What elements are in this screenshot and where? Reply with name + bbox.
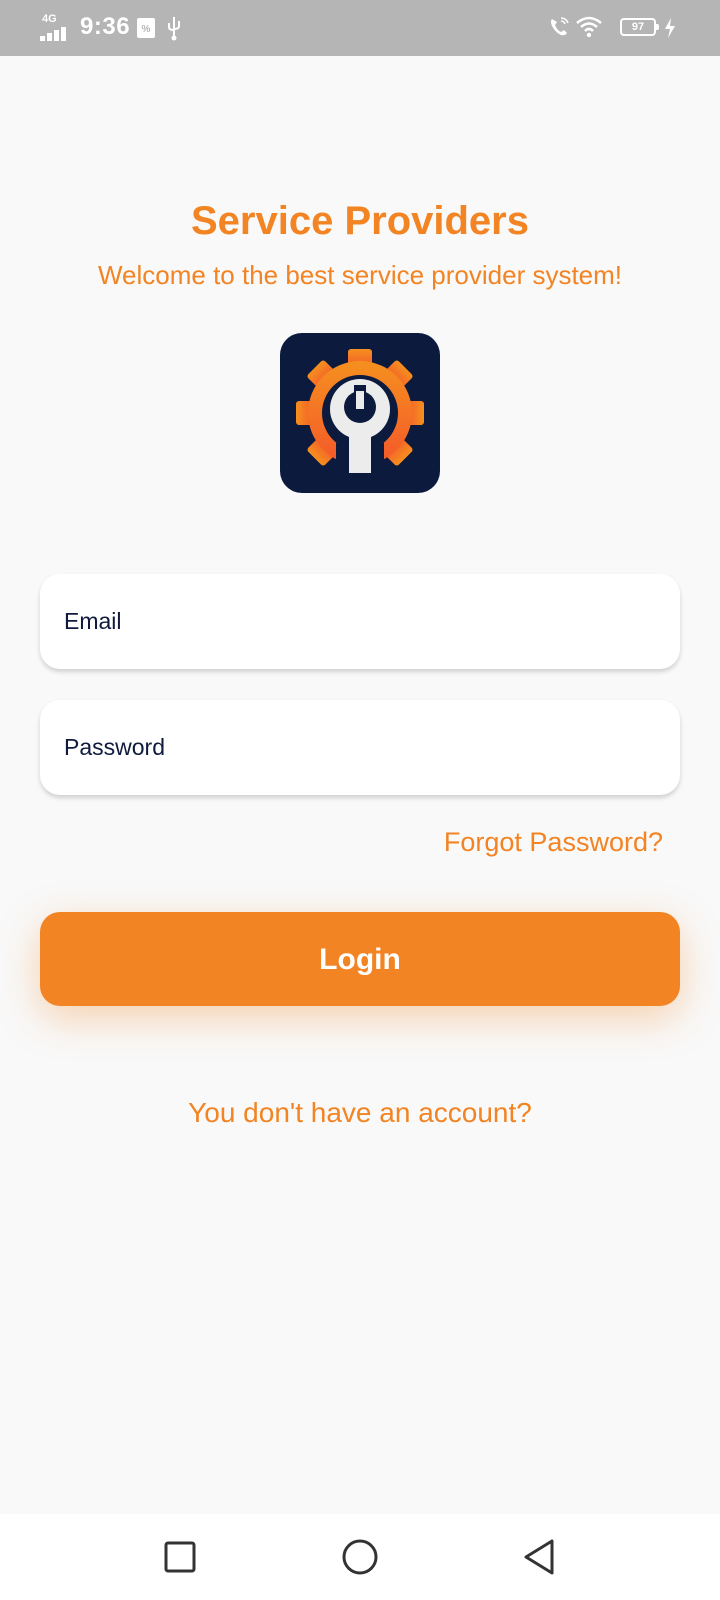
back-button[interactable] (517, 1534, 563, 1580)
page-title: Service Providers (191, 199, 529, 243)
battery-icon: 97 (620, 16, 660, 38)
recents-square-icon (164, 1541, 196, 1573)
wifi-icon (576, 16, 602, 38)
network-type: 4G (42, 13, 57, 25)
recents-button[interactable] (157, 1534, 203, 1580)
battery-level: 97 (631, 21, 645, 33)
status-bar: 4G 9:36 % 97 (0, 0, 720, 56)
signal-indicator: 4G (40, 13, 74, 41)
back-triangle-icon (524, 1539, 554, 1575)
sim-icon: % (137, 18, 155, 38)
charging-icon (665, 18, 675, 38)
status-time: 9:36 (80, 13, 131, 40)
app-logo (280, 333, 440, 493)
navigation-bar (0, 1514, 720, 1600)
home-button[interactable] (337, 1534, 383, 1580)
email-input[interactable] (64, 574, 654, 669)
page-subtitle: Welcome to the best service provider sys… (97, 260, 623, 290)
wifi-call-icon (551, 17, 569, 36)
home-circle-icon (342, 1539, 378, 1575)
usb-icon (168, 17, 180, 41)
signal-icon (40, 27, 66, 41)
email-field[interactable] (40, 574, 680, 669)
signup-link[interactable]: You don't have an account? (0, 1095, 720, 1131)
gear-wrench-icon (296, 349, 424, 493)
password-field[interactable] (40, 700, 680, 795)
svg-text:%: % (142, 24, 151, 35)
forgot-password-link[interactable]: Forgot Password? (444, 824, 663, 860)
login-button[interactable]: Login (40, 912, 680, 1006)
password-input[interactable] (64, 700, 654, 795)
